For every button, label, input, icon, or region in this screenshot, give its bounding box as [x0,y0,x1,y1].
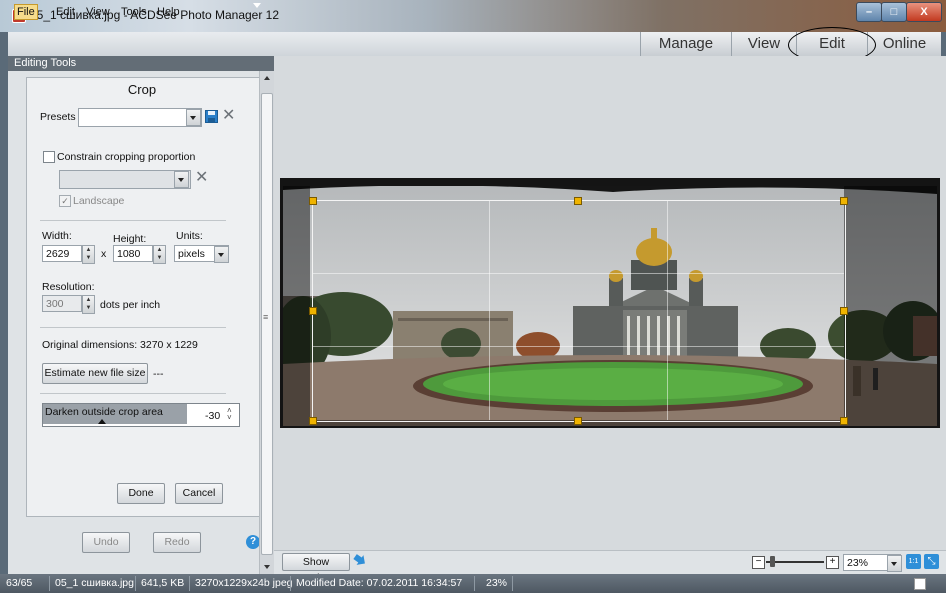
tab-view[interactable]: View [731,32,796,56]
height-stepper[interactable]: ▲ ▼ [153,245,166,264]
crop-handle-right[interactable] [840,307,848,315]
width-input[interactable]: 2629 [42,245,82,262]
status-divider [474,576,475,591]
status-dimensions: 3270x1229x24b jpeg [195,577,293,589]
splitter-grip-icon[interactable]: ≡ [263,312,268,322]
crop-grid-line [489,201,490,420]
status-preview-icon[interactable] [914,578,926,590]
status-divider [512,576,513,591]
minimize-button[interactable]: – [856,2,882,22]
maximize-button[interactable]: □ [881,2,907,22]
darken-label: Darken outside crop area [45,406,163,418]
actual-size-button[interactable]: 1:1 [906,554,921,569]
save-icon[interactable] [205,110,218,123]
help-icon[interactable]: ? [246,535,260,549]
units-dropdown-arrow[interactable] [214,246,229,263]
status-filesize: 641,5 KB [141,577,185,589]
divider [40,220,226,221]
compare-icon[interactable] [352,554,368,568]
resolution-stepper[interactable]: ▲ ▼ [82,295,95,314]
tab-online[interactable]: Online [867,32,941,56]
crop-grid-line [313,273,844,274]
darken-value: -30 [205,410,221,422]
presets-label: Presets [40,111,76,123]
ratio-dropdown-arrow[interactable] [174,171,189,188]
slider-thumb[interactable] [98,419,106,424]
crop-handle-top[interactable] [574,197,582,205]
status-divider [189,576,190,591]
dpi-label: dots per inch [100,299,161,311]
scrollbar-thumb[interactable] [261,93,273,555]
menu-view[interactable]: View [86,6,110,18]
zoom-slider-thumb[interactable] [770,556,775,567]
fit-window-icon[interactable]: ⤡ [924,554,939,569]
crop-handle-left[interactable] [309,307,317,315]
divider [40,393,226,394]
darken-stepper[interactable]: ˄ ˅ [227,407,232,422]
zoom-dropdown-arrow[interactable] [887,555,902,572]
status-divider [49,576,50,591]
zoom-out-button[interactable]: − [752,556,765,569]
height-input[interactable]: 1080 [113,245,153,262]
crop-handle-bottom[interactable] [574,417,582,425]
delete-preset-icon[interactable]: ✕ [222,108,235,124]
menu-file[interactable]: File [14,4,38,20]
chevron-down-icon[interactable] [253,3,261,8]
redo-button[interactable]: Redo [153,532,201,553]
crop-handle-bottom-right[interactable] [840,417,848,425]
crop-rectangle[interactable] [312,200,846,422]
presets-dropdown-arrow[interactable] [186,109,201,126]
units-label: Units: [176,230,203,242]
status-filename: 05_1 сшивка.jpg [55,577,134,589]
crop-handle-bottom-left[interactable] [309,417,317,425]
constrain-label: Constrain cropping proportion [57,151,196,163]
status-divider [135,576,136,591]
presets-select[interactable] [78,108,202,127]
crop-handle-top-right[interactable] [840,197,848,205]
crop-grid-line [667,201,668,420]
crop-title: Crop [127,82,157,97]
landscape-checkbox[interactable]: ✓ [59,195,71,207]
crop-grid-line [313,346,844,347]
constrain-checkbox[interactable] [43,151,55,163]
menu-edit[interactable]: Edit [56,6,75,18]
height-label: Height: [113,233,147,245]
width-label: Width: [42,230,72,242]
scroll-up-arrow[interactable] [264,76,270,80]
menu-help[interactable]: Help [157,6,180,18]
original-dimensions: Original dimensions: 3270 x 1229 [42,339,198,351]
width-stepper[interactable]: ▲ ▼ [82,245,95,264]
status-zoom: 23% [486,577,508,589]
cancel-button[interactable]: Cancel [175,483,223,504]
estimate-file-size-button[interactable]: Estimate new file size [42,363,148,384]
tab-manage[interactable]: Manage [640,32,731,56]
status-modified: Modified Date: 07.02.2011 16:34:57 [296,577,463,589]
delete-ratio-icon[interactable]: ✕ [195,170,208,186]
divider [40,327,226,328]
scroll-down-arrow[interactable] [264,565,270,569]
status-divider [290,576,291,591]
undo-button[interactable]: Undo [82,532,130,553]
panel-header[interactable]: Editing Tools [8,56,274,71]
menu-tools[interactable]: Tools [121,6,147,18]
panel-header-label: Editing Tools [14,57,77,69]
resolution-label: Resolution: [42,281,95,293]
show-previous-button[interactable]: Show Previous [282,553,350,584]
close-button[interactable]: X [906,2,942,22]
done-button[interactable]: Done [117,483,165,504]
crop-handle-top-left[interactable] [309,197,317,205]
ratio-select[interactable] [59,170,191,189]
landscape-label: Landscape [73,195,125,207]
status-index: 63/65 [6,577,33,589]
resolution-input[interactable]: 300 [42,295,82,312]
zoom-in-button[interactable]: + [826,556,839,569]
estimate-result: --- [153,368,164,380]
times-label: x [101,248,107,260]
